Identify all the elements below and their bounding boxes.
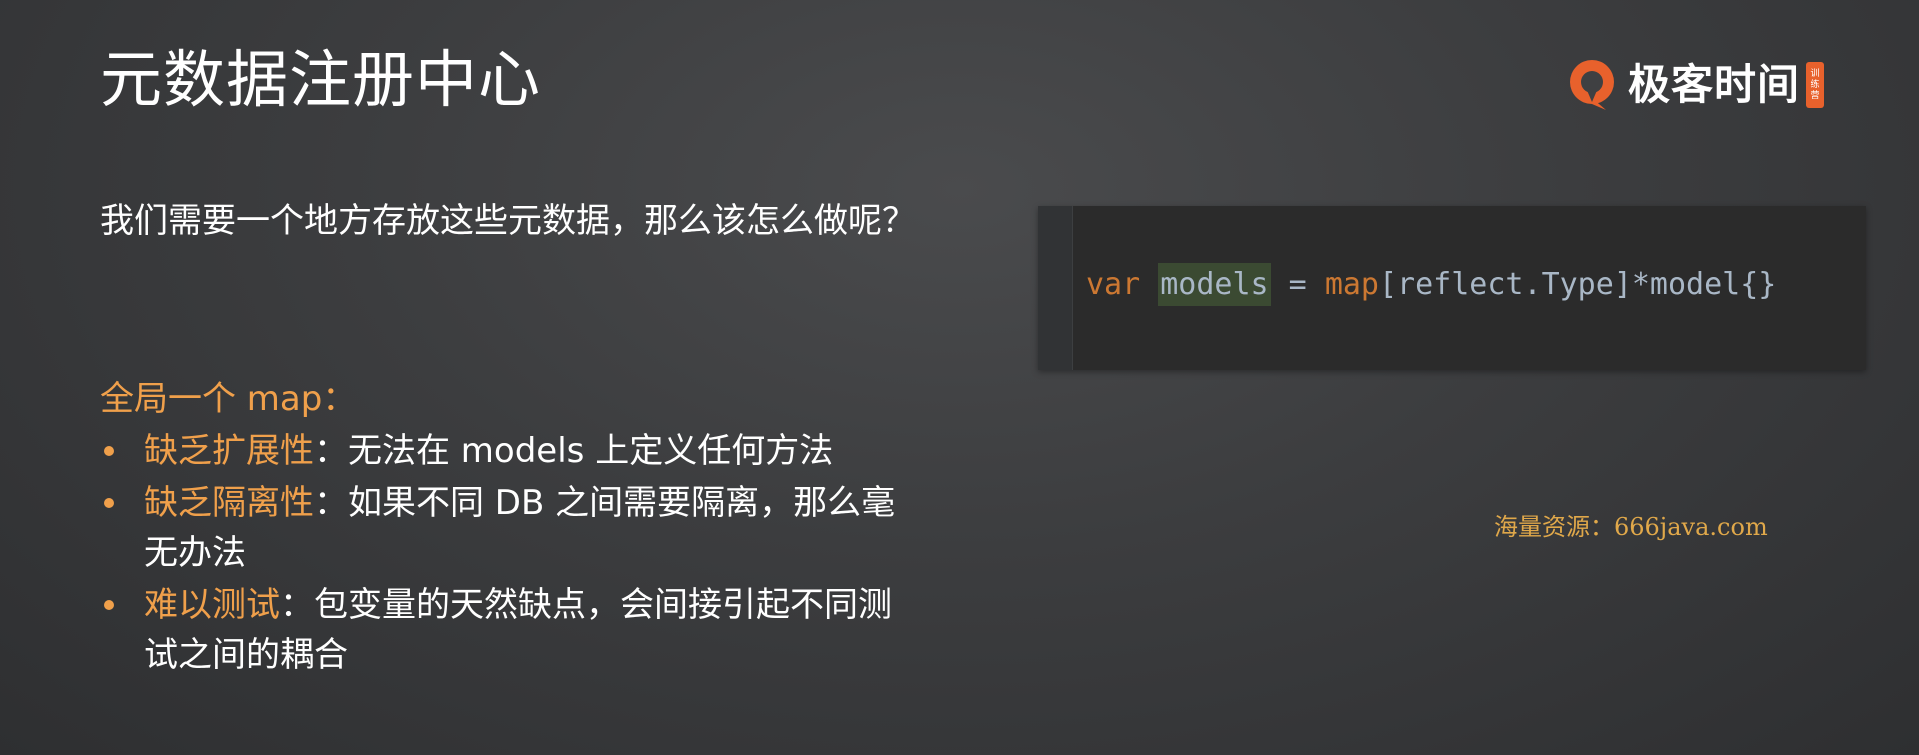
code-token-reflect: [reflect. xyxy=(1379,267,1542,302)
slide-title: 元数据注册中心 xyxy=(100,43,542,116)
watermark-text: 海量资源：666java.com xyxy=(1494,513,1768,541)
code-token-variable: models xyxy=(1158,263,1271,306)
bullet-text: ：无法在 models 上定义任何方法 xyxy=(314,431,834,471)
code-line: var models = map[reflect.Type]*model{} xyxy=(1086,262,1776,308)
bullet-keyword: 缺乏扩展性 xyxy=(144,431,314,471)
logo-badge-char: 训 xyxy=(1810,68,1820,79)
bullet-keyword: 缺乏隔离性 xyxy=(144,483,314,523)
code-token-model-literal: ]*model{} xyxy=(1613,267,1777,302)
geektime-logo-icon xyxy=(1570,60,1614,110)
code-snippet-panel: var models = map[reflect.Type]*model{} xyxy=(1038,206,1866,370)
logo-badge-char: 营 xyxy=(1810,90,1820,101)
bullet-item-extensibility: 缺乏扩展性：无法在 models 上定义任何方法 xyxy=(100,426,920,476)
bullet-item-testing: 难以测试：包变量的天然缺点，会间接引起不同测试之间的耦合 xyxy=(100,580,920,680)
code-token-keyword: var xyxy=(1086,267,1141,302)
bullet-item-isolation: 缺乏隔离性：如果不同 DB 之间需要隔离，那么毫无办法 xyxy=(100,478,920,578)
bullet-dot-icon xyxy=(104,498,114,508)
code-token-type: Type xyxy=(1541,267,1614,302)
geektime-logo: 极客时间 训 练 营 xyxy=(1568,58,1825,112)
code-gutter xyxy=(1038,206,1073,370)
bullet-keyword: 难以测试 xyxy=(144,585,280,625)
bullet-list: 缺乏扩展性：无法在 models 上定义任何方法 缺乏隔离性：如果不同 DB 之… xyxy=(100,426,920,682)
bullet-dot-icon xyxy=(104,600,114,610)
logo-badge-char: 练 xyxy=(1810,79,1820,90)
intro-text: 我们需要一个地方存放这些元数据，那么该怎么做呢？ xyxy=(100,201,916,241)
section-heading: 全局一个 map： xyxy=(100,379,357,419)
logo-text: 极客时间 xyxy=(1628,60,1801,109)
code-token-map-keyword: map xyxy=(1324,267,1379,302)
logo-badge: 训 练 营 xyxy=(1806,62,1825,108)
bullet-dot-icon xyxy=(104,446,114,456)
code-token-assign: = xyxy=(1270,267,1325,302)
